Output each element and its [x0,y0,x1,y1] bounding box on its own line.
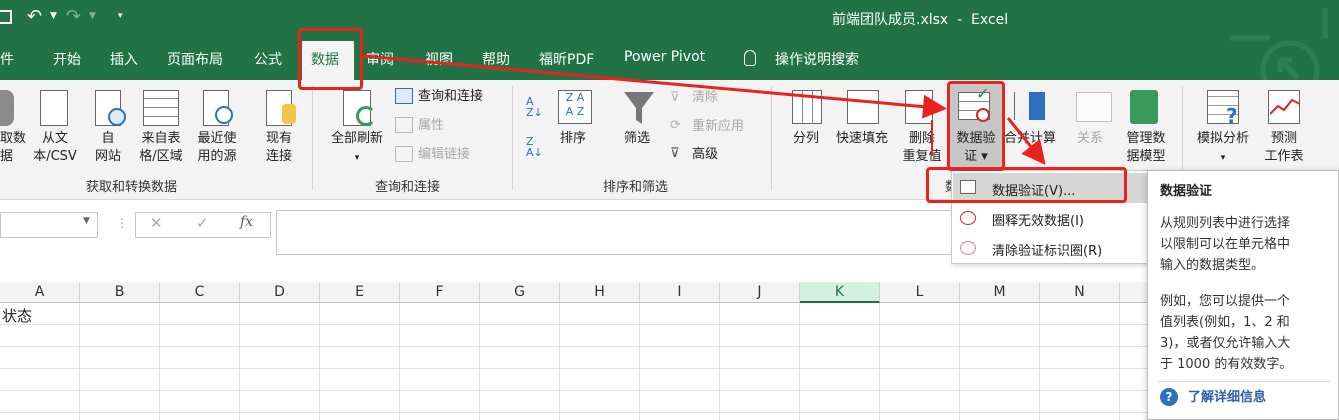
annotation-arrows [362,54,1046,166]
